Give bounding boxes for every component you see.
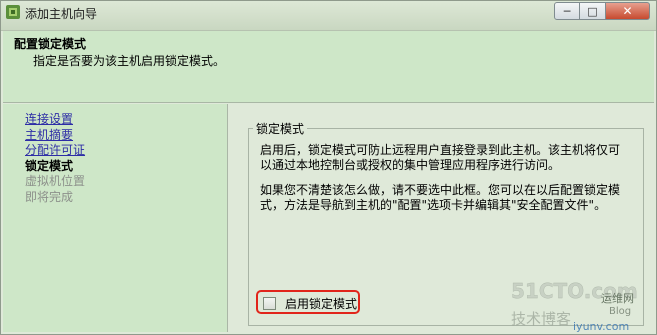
step-assign-license[interactable]: 分配许可证 (25, 143, 85, 157)
wizard-steps-nav: 连接设置 主机摘要 分配许可证 锁定模式 虚拟机位置 即将完成 (3, 104, 227, 332)
groupbox-title: 锁定模式 (253, 120, 308, 137)
step-vm-location: 虚拟机位置 (25, 174, 86, 188)
step-host-summary[interactable]: 主机摘要 (25, 128, 73, 142)
minimize-button[interactable]: ─ (554, 2, 580, 20)
close-button[interactable]: ✕ (606, 2, 650, 20)
add-host-wizard-window: 添加主机向导 ─ □ ✕ 配置锁定模式 指定是否要为该主机启用锁定模式。 连接设… (0, 0, 657, 335)
wizard-header: 配置锁定模式 指定是否要为该主机启用锁定模式。 (3, 31, 654, 103)
window-title: 添加主机向导 (25, 7, 98, 21)
lockdown-advice: 如果您不清楚该怎么做，请不要选中此框。您可以在以后配置锁定模式，方法是导航到主机… (260, 183, 621, 212)
red-highlight-box (256, 290, 360, 314)
step-connection-settings[interactable]: 连接设置 (25, 112, 73, 126)
step-lockdown-mode: 锁定模式 (25, 158, 74, 173)
page-title: 配置锁定模式 (14, 37, 87, 51)
vsphere-app-icon (5, 4, 21, 20)
maximize-button[interactable]: □ (580, 2, 606, 20)
window-controls: ─ □ ✕ (554, 2, 650, 20)
step-ready-to-complete: 即将完成 (25, 189, 74, 204)
title-bar[interactable]: 添加主机向导 ─ □ ✕ (1, 1, 656, 31)
page-subtitle: 指定是否要为该主机启用锁定模式。 (33, 54, 226, 68)
lockdown-description: 启用后，锁定模式可防止远程用户直接登录到此主机。该主机将仅可以通过本地控制台或授… (260, 143, 621, 172)
